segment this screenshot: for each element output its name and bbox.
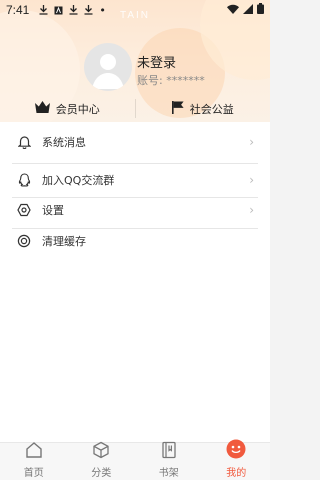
download-icon xyxy=(39,5,48,15)
bell-icon xyxy=(15,133,33,151)
flag-icon xyxy=(171,100,184,117)
app-notification-icon xyxy=(54,6,63,15)
account-line: 账号: ******* xyxy=(137,72,205,88)
account-value: ******* xyxy=(166,74,205,87)
wifi-icon xyxy=(227,4,239,17)
menu-item-label: 清理缓存 xyxy=(42,235,86,248)
menu-item-label: 加入QQ交流群 xyxy=(42,174,115,187)
chevron-right-icon: › xyxy=(249,135,254,149)
tab-bookshelf[interactable]: 书架 xyxy=(135,441,203,480)
member-center-button[interactable]: 会员中心 xyxy=(0,95,135,122)
status-time: 7:41 xyxy=(6,3,30,17)
login-status-name[interactable]: 未登录 xyxy=(137,52,176,71)
menu-item-label: 设置 xyxy=(42,204,64,217)
download-icon xyxy=(69,5,78,15)
tab-category[interactable]: 分类 xyxy=(68,441,136,480)
bottom-tab-bar: 首页 分类 书架 我的 xyxy=(0,439,271,480)
tab-label: 书架 xyxy=(158,468,179,479)
tab-label: 首页 xyxy=(23,468,44,479)
battery-icon xyxy=(257,3,264,17)
bookshelf-icon xyxy=(160,441,178,463)
download-icon xyxy=(84,5,93,15)
menu-item-clear-cache[interactable]: 清理缓存 xyxy=(12,224,258,258)
menu-card: 系统消息 › 加入QQ交流群 › 设置 › 清理缓存 xyxy=(0,122,270,442)
clear-cache-icon xyxy=(15,232,33,250)
chevron-right-icon: › xyxy=(249,173,254,187)
qq-icon xyxy=(15,171,33,189)
chevron-right-icon: › xyxy=(249,203,254,217)
member-center-label: 会员中心 xyxy=(55,102,100,116)
signal-icon xyxy=(243,3,253,17)
public-welfare-label: 社会公益 xyxy=(189,102,234,116)
category-box-icon xyxy=(92,441,110,463)
more-notifications-dot: • xyxy=(99,3,106,17)
app-title-watermark: TAIN xyxy=(119,10,151,21)
quick-actions: 会员中心 社会公益 xyxy=(0,95,270,122)
menu-item-label: 系统消息 xyxy=(42,136,86,149)
menu-item-system-messages[interactable]: 系统消息 › xyxy=(12,125,258,159)
account-label: 账号: xyxy=(137,74,163,87)
menu-item-settings[interactable]: 设置 › xyxy=(12,193,258,227)
crown-icon xyxy=(34,101,50,116)
public-welfare-button[interactable]: 社会公益 xyxy=(136,95,271,122)
smiley-face-icon xyxy=(226,439,246,463)
menu-item-join-qq-group[interactable]: 加入QQ交流群 › xyxy=(12,163,258,197)
tab-mine[interactable]: 我的 xyxy=(203,439,271,480)
settings-icon xyxy=(15,201,33,219)
avatar[interactable] xyxy=(84,43,132,91)
tab-label: 我的 xyxy=(226,468,247,479)
tab-home[interactable]: 首页 xyxy=(0,441,68,480)
home-icon xyxy=(25,441,43,463)
tab-label: 分类 xyxy=(91,468,112,479)
